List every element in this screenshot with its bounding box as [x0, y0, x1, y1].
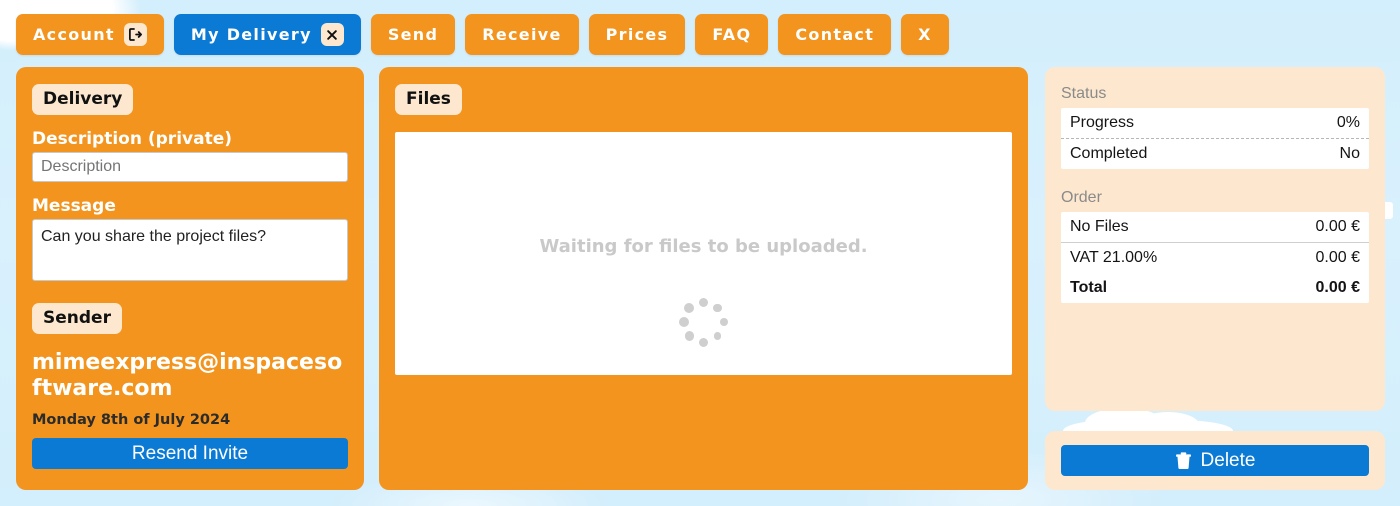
message-label: Message — [32, 196, 116, 216]
tab-label: Account — [33, 25, 115, 44]
sign-out-icon[interactable] — [123, 23, 147, 46]
tab-my-delivery[interactable]: My Delivery — [173, 14, 361, 55]
tab-prices[interactable]: Prices — [588, 14, 686, 55]
delete-label: Delete — [1200, 449, 1256, 471]
row-value: 0.00 € — [1315, 279, 1360, 296]
row-label: No Files — [1070, 218, 1129, 235]
order-row-no-files: No Files 0.00 € — [1061, 212, 1369, 243]
tab-label: My Delivery — [190, 25, 312, 44]
status-row-progress: Progress 0% — [1061, 108, 1369, 139]
status-group-title: Status — [1061, 85, 1107, 102]
sender-date: Monday 8th of July 2024 — [32, 412, 231, 429]
delete-button[interactable]: Delete — [1061, 445, 1369, 476]
resend-invite-button[interactable]: Resend Invite — [32, 438, 348, 470]
trash-icon — [1175, 451, 1192, 470]
message-textarea[interactable] — [32, 219, 348, 281]
description-label: Description (private) — [32, 129, 232, 149]
order-row-total: Total 0.00 € — [1061, 273, 1369, 303]
row-label: Completed — [1070, 145, 1148, 162]
tab-label: Prices — [605, 25, 669, 44]
tab-account[interactable]: Account — [16, 14, 164, 55]
tab-close[interactable]: X — [901, 14, 949, 55]
row-value: 0.00 € — [1315, 218, 1360, 235]
tab-label: Receive — [482, 25, 562, 44]
tab-receive[interactable]: Receive — [465, 14, 579, 55]
waiting-message: Waiting for files to be uploaded. — [539, 236, 868, 257]
tab-label: FAQ — [712, 25, 752, 44]
tab-faq[interactable]: FAQ — [695, 14, 769, 55]
tab-send[interactable]: Send — [370, 14, 456, 55]
status-rows: Progress 0% Completed No — [1061, 108, 1369, 169]
row-value: 0% — [1336, 114, 1360, 131]
actions-panel: Delete — [1045, 431, 1385, 490]
order-rows: No Files 0.00 € VAT 21.00% 0.00 € Total … — [1061, 212, 1369, 303]
order-group-title: Order — [1061, 189, 1102, 206]
resend-invite-label: Resend Invite — [131, 442, 249, 464]
row-label: Progress — [1070, 114, 1135, 131]
main-navigation-tabs: Account My Delivery Send Receive Prices … — [16, 14, 949, 55]
files-panel: Files Waiting for files to be uploaded. — [379, 67, 1028, 490]
row-value: 0.00 € — [1315, 249, 1360, 266]
row-label: VAT 21.00% — [1070, 249, 1158, 266]
file-dropzone[interactable]: Waiting for files to be uploaded. — [395, 132, 1012, 375]
tab-label: X — [918, 25, 932, 44]
close-x-icon[interactable] — [320, 23, 344, 46]
status-row-completed: Completed No — [1061, 139, 1369, 169]
loading-spinner-icon — [676, 294, 732, 350]
row-label: Total — [1070, 279, 1108, 296]
files-section-title: Files — [395, 84, 462, 115]
row-value: No — [1339, 145, 1360, 162]
sender-section-title: Sender — [32, 303, 122, 334]
tab-label: Send — [387, 25, 439, 44]
delivery-panel: Delivery Description (private) Message S… — [16, 67, 364, 490]
sender-email: mimeexpress@inspacesoftware.com — [32, 350, 343, 401]
tab-label: Contact — [795, 25, 875, 44]
delivery-section-title: Delivery — [32, 84, 134, 115]
status-order-panel: Status Progress 0% Completed No Order No… — [1045, 67, 1385, 411]
description-input[interactable] — [32, 152, 348, 182]
order-row-vat: VAT 21.00% 0.00 € — [1061, 243, 1369, 273]
tab-contact[interactable]: Contact — [778, 14, 892, 55]
